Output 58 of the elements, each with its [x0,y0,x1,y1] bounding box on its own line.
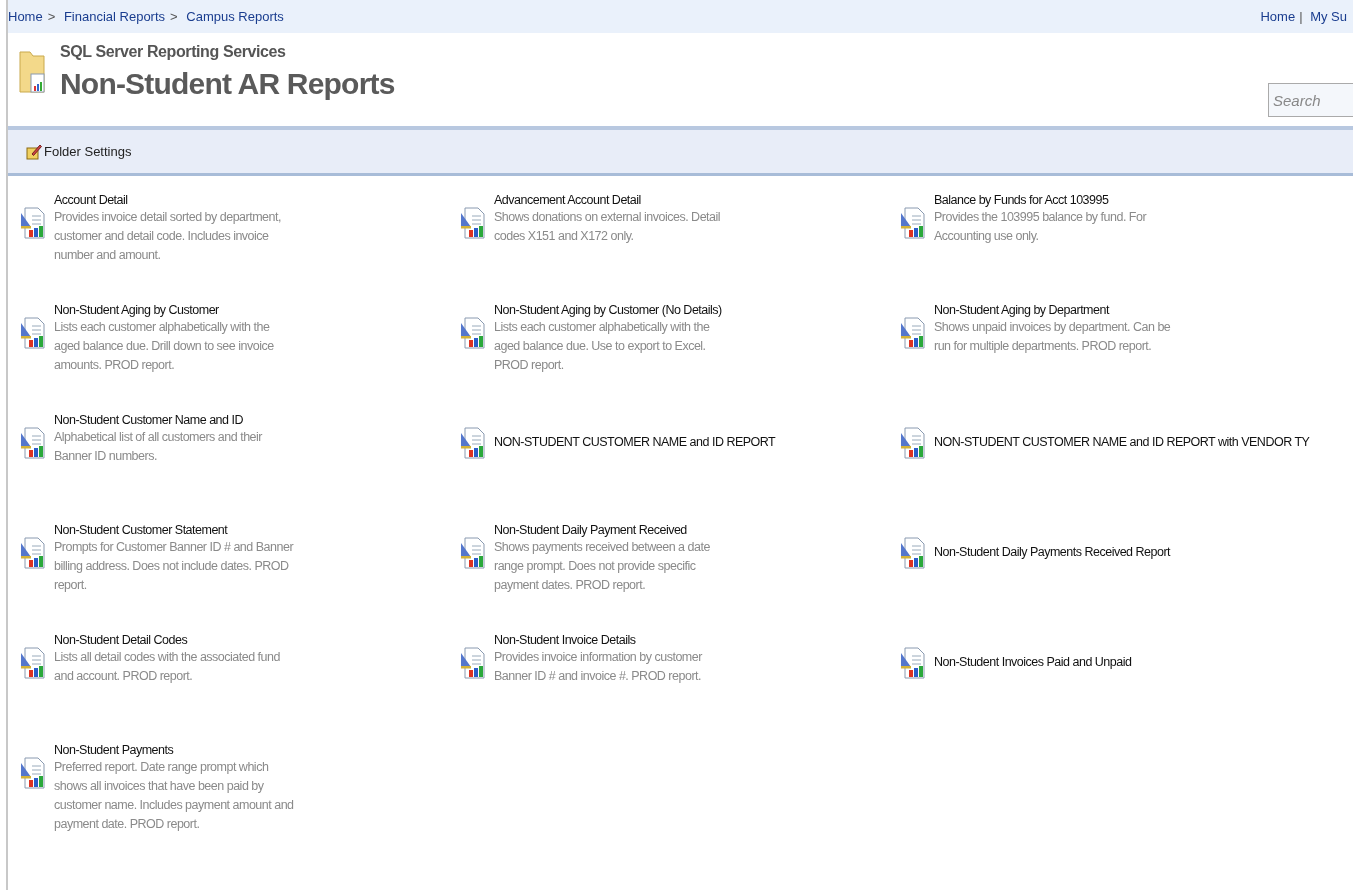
report-link[interactable]: Non-Student Daily Payment Received [494,523,687,537]
report-link[interactable]: Non-Student Invoices Paid and Unpaid [934,655,1132,669]
report-icon[interactable] [900,317,926,349]
report-link[interactable]: Non-Student Customer Statement [54,523,228,537]
report-description: Provides invoice information by customer Banner ID # and invoice #. PROD report. [494,649,704,685]
report-description: Provides invoice detail sorted by department, customer and detail code. Includes invoice number and amount. [54,209,282,264]
top-link[interactable]: Home [1260,9,1296,24]
report-icon[interactable] [460,207,486,239]
breadcrumb-separator: > [47,9,56,24]
report-icon[interactable] [900,537,926,569]
report-description: Shows payments received between a date range prompt. Does not provide specific payment dates. PROD report. [494,539,711,594]
breadcrumb-link[interactable]: Home [8,9,43,24]
report-description: Lists each customer alphabetically with the aged balance due. Drill down to see invoice amounts. PROD report. [54,319,275,374]
report-description: Shows unpaid invoices by department. Can be run for multiple departments. PROD report. [934,319,1172,355]
report-link[interactable]: Advancement Account Detail [494,193,641,207]
breadcrumb-link[interactable]: Campus Reports [186,9,284,24]
report-link[interactable]: Non-Student Detail Codes [54,633,188,647]
folder-report-icon [18,48,46,96]
report-link[interactable]: NON-STUDENT CUSTOMER NAME and ID REPORT with VENDOR TY [934,435,1310,449]
folder-settings-button[interactable]: Folder Settings [26,143,132,160]
report-link[interactable]: Account Detail [54,193,128,207]
report-link[interactable]: Non-Student Payments [54,743,174,757]
report-description: Shows donations on external invoices. Detail codes X151 and X172 only. [494,209,722,245]
folder-settings-icon [26,143,42,160]
report-description: Lists each customer alphabetically with the aged balance due. Use to export to Excel. PROD report. [494,319,711,374]
report-icon[interactable] [20,537,46,569]
report-icon[interactable] [20,317,46,349]
report-description: Provides the 103995 balance by fund. For Accounting use only. [934,209,1148,245]
report-link[interactable]: NON-STUDENT CUSTOMER NAME and ID REPORT [494,435,776,449]
report-link[interactable]: Non-Student Customer Name and ID [54,413,243,427]
report-link[interactable]: Non-Student Daily Payments Received Report [934,545,1171,559]
report-description: Lists all detail codes with the associated fund and account. PROD report. [54,649,281,685]
report-link[interactable]: Non-Student Aging by Customer (No Details) [494,303,722,317]
report-icon[interactable] [460,537,486,569]
report-icon[interactable] [900,647,926,679]
report-icon[interactable] [20,647,46,679]
breadcrumb-link[interactable]: Financial Reports [63,9,166,24]
app-subtitle: SQL Server Reporting Services [60,43,287,61]
report-link[interactable]: Balance by Funds for Acct 103995 [934,193,1109,207]
report-icon[interactable] [460,317,486,349]
breadcrumb-separator: > [170,9,178,24]
report-description: Preferred report. Date range prompt which shows all invoices that have been paid by customer name. Includes payment amount and payment date. PROD report. [54,759,294,833]
report-link[interactable]: Non-Student Aging by Customer [54,303,219,317]
report-icon[interactable] [20,757,46,789]
report-description: Prompts for Customer Banner ID # and Banner billing address. Does not include dates. PROD report. [54,539,294,594]
report-icon[interactable] [460,647,486,679]
top-link[interactable]: My Su [1310,9,1347,24]
report-icon[interactable] [20,427,46,459]
report-icon[interactable] [900,207,926,239]
report-description: Alphabetical list of all customers and their Banner ID numbers. [54,429,264,465]
report-icon[interactable] [460,427,486,459]
report-icon[interactable] [20,207,46,239]
report-link[interactable]: Non-Student Invoice Details [494,633,636,647]
page-title: Non-Student AR Reports [60,67,395,101]
search-field[interactable]: Search [1268,83,1353,117]
report-icon[interactable] [900,427,926,459]
link-separator: | [1299,9,1303,24]
report-link[interactable]: Non-Student Aging by Department [934,303,1109,317]
